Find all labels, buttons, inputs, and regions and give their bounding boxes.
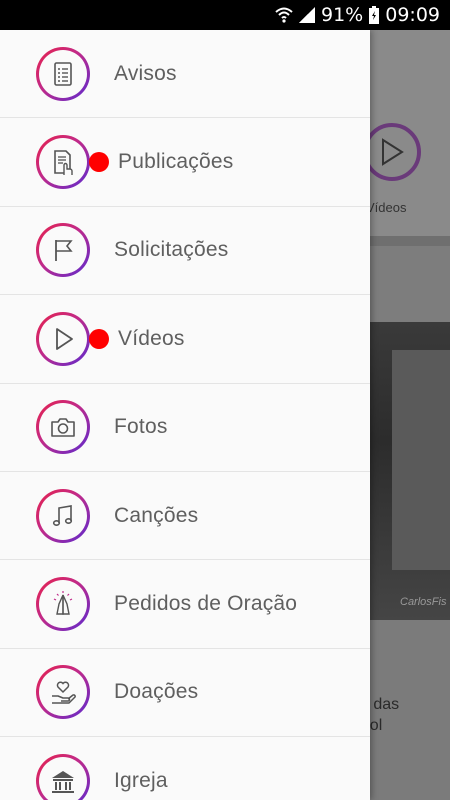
battery-percent: 91% [321, 4, 364, 26]
notification-badge [89, 152, 109, 173]
menu-item-label: Igreja [114, 768, 168, 792]
menu-item-fotos[interactable]: Fotos [0, 384, 370, 472]
signal-icon [299, 7, 315, 23]
menu-item-label: Avisos [114, 61, 177, 85]
bg-photo-highlight [392, 350, 450, 570]
flag-icon [36, 223, 90, 278]
document-touch-icon [36, 135, 90, 190]
music-note-icon [36, 488, 90, 543]
heart-hand-icon [36, 665, 90, 720]
menu-item-igreja[interactable]: Igreja [0, 737, 370, 800]
menu-item-avisos[interactable]: Avisos [0, 30, 370, 119]
menu-item-label: Solicitações [114, 238, 229, 262]
camera-icon [36, 400, 90, 455]
bg-photo-credit: CarlosFis [400, 596, 447, 608]
status-bar: 91% 09:09 [0, 0, 450, 30]
navigation-drawer: Avisos Publicações Solicitações Vídeos F… [0, 30, 370, 800]
bg-video-label: Vídeos [366, 200, 407, 215]
bg-video-button [363, 123, 421, 181]
clock: 09:09 [385, 4, 440, 26]
praying-hands-icon [36, 577, 90, 632]
play-icon [36, 311, 90, 366]
church-building-icon [36, 753, 90, 800]
notification-badge [89, 328, 109, 349]
menu-item-publicacoes[interactable]: Publicações [0, 118, 370, 207]
menu-item-label: Pedidos de Oração [114, 592, 298, 616]
wifi-icon [275, 6, 293, 24]
list-document-icon [36, 46, 90, 101]
menu-item-pedidos-de-oracao[interactable]: Pedidos de Oração [0, 560, 370, 649]
menu-item-label: Fotos [114, 415, 168, 439]
menu-item-doacoes[interactable]: Doações [0, 649, 370, 738]
play-icon [382, 138, 404, 166]
menu-item-cancoes[interactable]: Canções [0, 472, 370, 561]
menu-item-label: Canções [114, 503, 199, 527]
menu-item-label: Doações [114, 680, 199, 704]
menu-item-label: Publicações [118, 150, 234, 174]
menu-item-label: Vídeos [118, 326, 185, 350]
menu-item-videos[interactable]: Vídeos [0, 295, 370, 384]
menu-item-solicitacoes[interactable]: Solicitações [0, 207, 370, 296]
battery-icon [369, 6, 380, 24]
